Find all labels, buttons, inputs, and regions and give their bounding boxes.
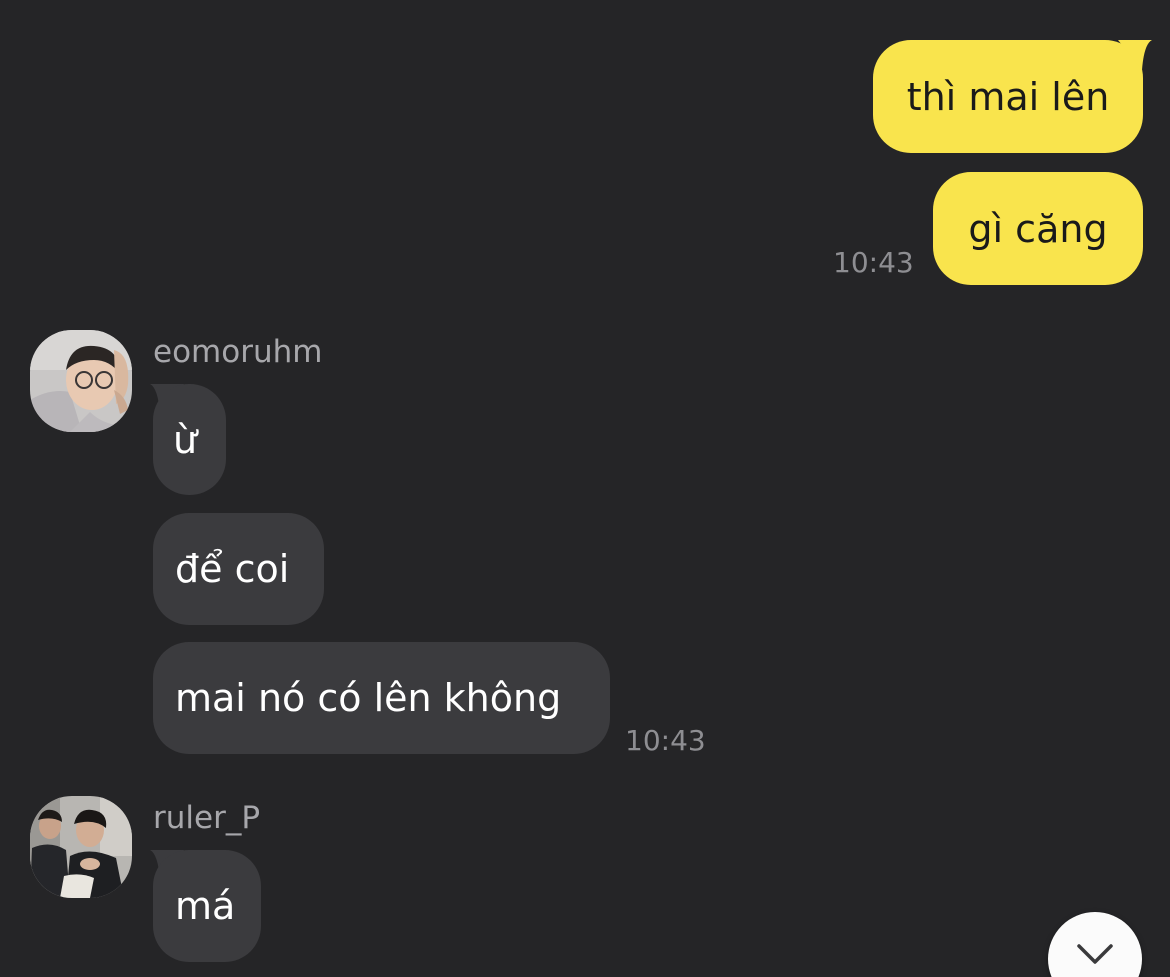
message-timestamp: 10:43: [833, 246, 914, 279]
avatar[interactable]: [30, 796, 132, 898]
chevron-down-icon: [1077, 944, 1113, 964]
message-text: mai nó có lên không: [175, 676, 562, 720]
avatar[interactable]: [30, 330, 132, 432]
outgoing-message-bubble[interactable]: gì căng: [933, 172, 1143, 285]
message-text: thì mai lên: [906, 74, 1110, 119]
incoming-message-bubble[interactable]: má: [153, 850, 261, 962]
incoming-message-bubble[interactable]: để coi: [153, 513, 324, 625]
chat-view[interactable]: thì mai lên gì căng 10:43 eomoruhm ừ để …: [0, 0, 1170, 977]
scroll-to-bottom-button[interactable]: [1048, 912, 1142, 977]
message-text: gì căng: [968, 206, 1108, 251]
avatar-image: [30, 330, 132, 432]
incoming-message-bubble[interactable]: ừ: [153, 384, 226, 495]
incoming-message-bubble[interactable]: mai nó có lên không: [153, 642, 610, 754]
message-text: ừ: [173, 417, 198, 462]
message-timestamp: 10:43: [625, 724, 706, 757]
sender-name: eomoruhm: [153, 334, 323, 370]
sender-name: ruler_P: [153, 800, 261, 836]
bubble-tail: [1118, 40, 1152, 70]
avatar-image: [30, 796, 132, 898]
message-text: má: [175, 884, 236, 928]
outgoing-message-bubble[interactable]: thì mai lên: [873, 40, 1143, 153]
message-text: để coi: [175, 547, 290, 591]
